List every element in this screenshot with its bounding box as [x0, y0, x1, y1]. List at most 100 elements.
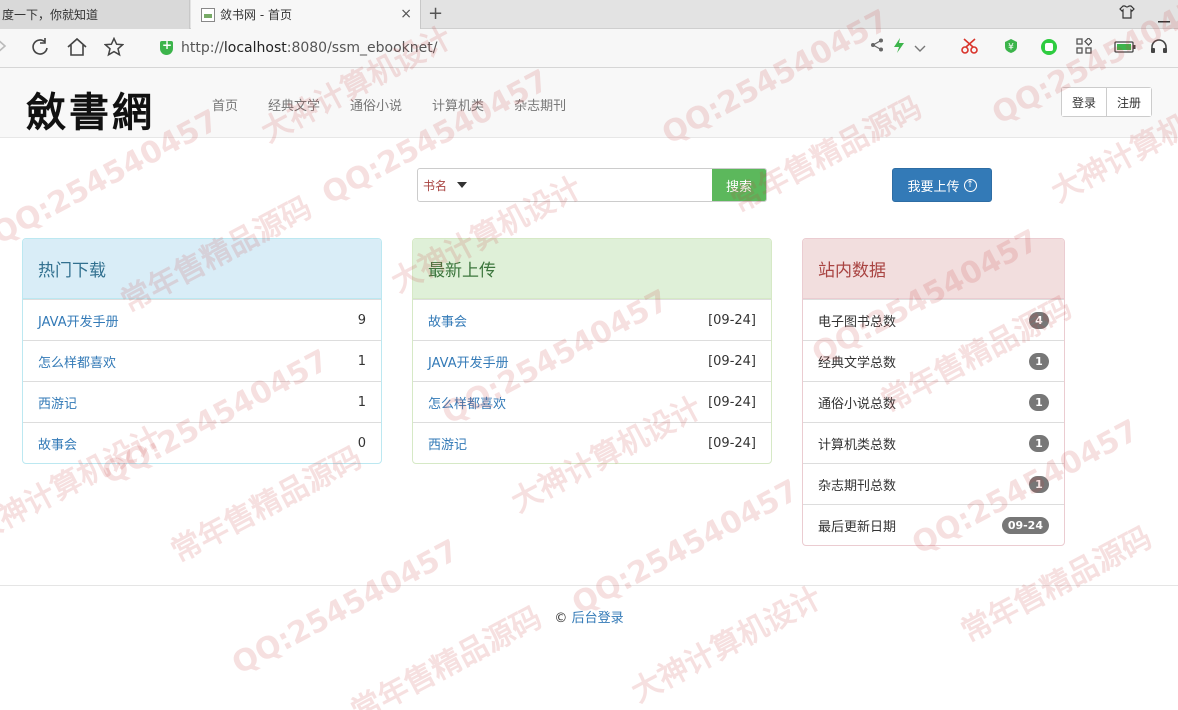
download-count: 9: [357, 312, 366, 328]
tab-title: 度一下，你就知道: [2, 8, 99, 22]
panel-title: 热门下载: [23, 239, 381, 299]
caret-down-icon: [457, 182, 468, 188]
circle-arrow-up-icon: ↑: [963, 178, 977, 192]
stat-label: 最后更新日期: [818, 519, 897, 535]
panel-site-stats: 站内数据 电子图书总数 4 经典文学总数 1 通俗小说总数 1 计算机类总数 1…: [802, 238, 1065, 546]
list-item: 西游记 [09-24]: [413, 422, 771, 463]
upload-button[interactable]: 我要上传 ↑: [892, 168, 992, 202]
panel-latest-uploads: 最新上传 故事会 [09-24] JAVA开发手册 [09-24] 怎么样都喜欢…: [412, 238, 772, 464]
main-nav: 首页 经典文学 通俗小说 计算机类 杂志期刊: [212, 95, 596, 114]
nav-link-magazines[interactable]: 杂志期刊: [514, 95, 566, 114]
list-item: 故事会 0: [23, 422, 381, 463]
list-item: 杂志期刊总数 1: [803, 463, 1064, 504]
list-item: JAVA开发手册 9: [23, 299, 381, 340]
search-input[interactable]: [480, 169, 712, 201]
stat-badge: 09-24: [1001, 516, 1049, 534]
list-item: 最后更新日期 09-24: [803, 504, 1064, 545]
book-link[interactable]: 怎么样都喜欢: [38, 352, 116, 371]
payment-icon[interactable]: ¥: [1003, 38, 1019, 57]
browser-address-bar: http://localhost:8080/ssm_ebooknet/ ¥: [0, 29, 1178, 68]
lightning-icon[interactable]: [893, 38, 905, 56]
list-item: 电子图书总数 4: [803, 299, 1064, 340]
register-button[interactable]: 注册: [1106, 88, 1152, 116]
chat-icon[interactable]: [1040, 38, 1058, 59]
minimize-icon[interactable]: [1158, 12, 1170, 28]
stat-label: 电子图书总数: [818, 314, 897, 330]
list-item: 西游记 1: [23, 381, 381, 422]
reload-icon[interactable]: [30, 37, 50, 61]
site-navbar: 斂書網 首页 经典文学 通俗小说 计算机类 杂志期刊 登录 注册: [0, 68, 1178, 138]
stat-label: 经典文学总数: [818, 355, 897, 371]
copyright-symbol: ©: [554, 611, 568, 626]
close-tab-icon[interactable]: ×: [400, 6, 412, 22]
panel-title: 最新上传: [413, 239, 771, 299]
stat-badge: 1: [1029, 475, 1049, 493]
page-footer: © 后台登录: [0, 607, 1178, 626]
download-count: 1: [357, 394, 366, 410]
nav-link-home[interactable]: 首页: [212, 95, 238, 114]
browser-tab-home[interactable]: 敛书网 - 首页 ×: [191, 0, 421, 29]
watermark-text: 大神计算机设计: [625, 580, 828, 710]
url-path: :8080/ssm_ebooknet/: [286, 40, 438, 56]
home-icon[interactable]: [66, 37, 88, 61]
list-item: 通俗小说总数 1: [803, 381, 1064, 422]
nav-link-classic-literature[interactable]: 经典文学: [268, 95, 320, 114]
url-field[interactable]: http://localhost:8080/ssm_ebooknet/: [160, 37, 437, 59]
svg-text:¥: ¥: [1008, 43, 1014, 53]
book-link[interactable]: JAVA开发手册: [38, 311, 119, 330]
site-logo[interactable]: 斂書網: [26, 80, 155, 138]
search-button[interactable]: 搜索: [712, 169, 766, 201]
forward-icon[interactable]: [0, 37, 8, 59]
stat-badge: 1: [1029, 393, 1049, 411]
upload-date: [09-24]: [708, 312, 756, 328]
search-type-dropdown[interactable]: 书名: [418, 169, 480, 201]
battery-icon: [1114, 41, 1136, 56]
search-bar: 书名 搜索: [417, 168, 767, 202]
upload-date: [09-24]: [708, 353, 756, 369]
stat-badge: 1: [1029, 434, 1049, 452]
stat-badge: 4: [1029, 311, 1049, 329]
shirt-skin-icon[interactable]: [1119, 5, 1135, 23]
headphones-icon[interactable]: [1150, 38, 1168, 57]
download-count: 1: [357, 353, 366, 369]
book-link[interactable]: JAVA开发手册: [428, 352, 509, 371]
panel-title: 站内数据: [803, 239, 1064, 299]
share-icon[interactable]: [870, 38, 884, 55]
upload-date: [09-24]: [708, 435, 756, 451]
apps-grid-icon[interactable]: [1076, 37, 1093, 57]
login-button[interactable]: 登录: [1062, 88, 1107, 116]
auth-button-group: 登录 注册: [1061, 87, 1153, 117]
book-link[interactable]: 怎么样都喜欢: [428, 393, 506, 412]
list-item: 故事会 [09-24]: [413, 299, 771, 340]
book-link[interactable]: 西游记: [428, 434, 467, 453]
stat-label: 通俗小说总数: [818, 396, 897, 412]
watermark-text: QQ:254540457: [566, 473, 805, 622]
scissors-icon[interactable]: [961, 38, 979, 57]
tab-title: 敛书网 - 首页: [220, 8, 292, 22]
url-prefix: http://: [181, 40, 224, 56]
favicon-icon: [201, 7, 215, 22]
book-link[interactable]: 故事会: [38, 434, 77, 453]
stat-badge: 1: [1029, 352, 1049, 370]
star-icon[interactable]: [103, 36, 125, 61]
upload-button-label: 我要上传: [907, 179, 960, 195]
chevron-down-icon[interactable]: [914, 41, 926, 56]
download-count: 0: [357, 435, 366, 451]
browser-tab-baidu[interactable]: 度一下，你就知道: [0, 0, 190, 29]
book-link[interactable]: 故事会: [428, 311, 467, 330]
panel-hot-downloads: 热门下载 JAVA开发手册 9 怎么样都喜欢 1 西游记 1 故事会 0: [22, 238, 382, 464]
list-item: 计算机类总数 1: [803, 422, 1064, 463]
list-item: JAVA开发手册 [09-24]: [413, 340, 771, 381]
nav-link-computer[interactable]: 计算机类: [432, 95, 484, 114]
admin-login-link[interactable]: 后台登录: [572, 611, 624, 626]
upload-date: [09-24]: [708, 394, 756, 410]
stat-label: 计算机类总数: [818, 437, 897, 453]
book-link[interactable]: 西游记: [38, 393, 77, 412]
list-item: 怎么样都喜欢 [09-24]: [413, 381, 771, 422]
new-tab-icon[interactable]: +: [428, 3, 443, 24]
nav-link-popular-fiction[interactable]: 通俗小说: [350, 95, 402, 114]
footer-divider: [0, 585, 1178, 586]
browser-tab-bar: 度一下，你就知道 敛书网 - 首页 × +: [0, 0, 1178, 29]
list-item: 怎么样都喜欢 1: [23, 340, 381, 381]
list-item: 经典文学总数 1: [803, 340, 1064, 381]
